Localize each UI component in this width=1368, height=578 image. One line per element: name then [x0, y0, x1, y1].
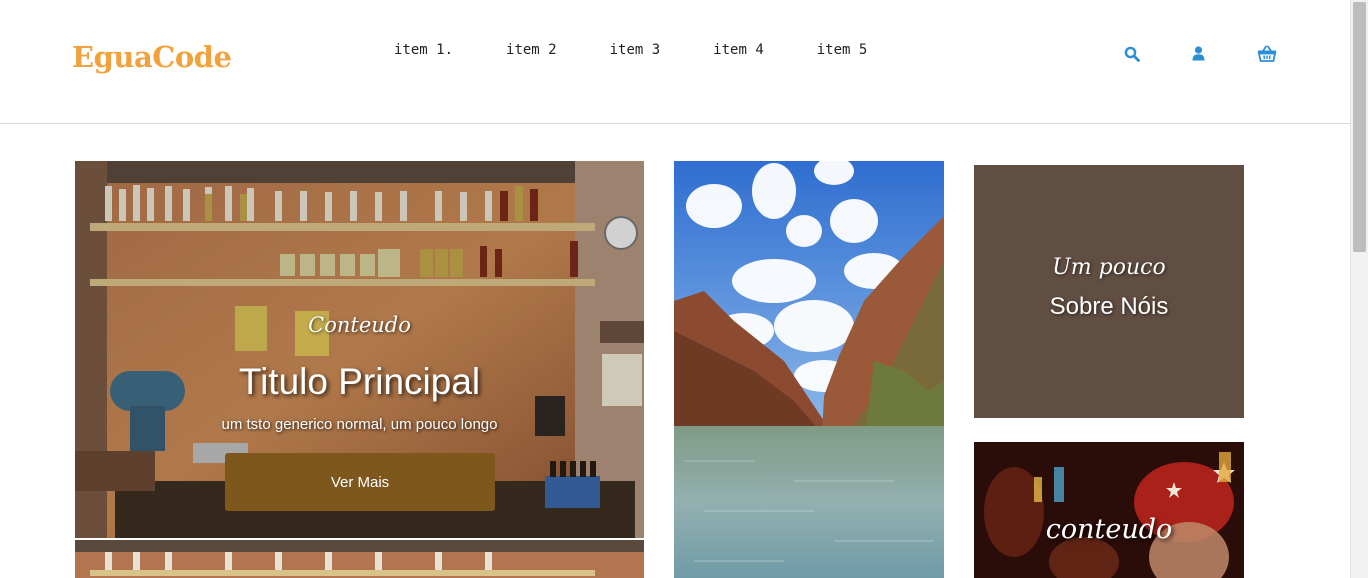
header-actions	[1124, 45, 1277, 62]
next-hero-slide-peek	[75, 540, 644, 578]
ver-mais-button[interactable]: Ver Mais	[225, 453, 495, 511]
scrollbar-thumb[interactable]	[1353, 2, 1366, 252]
content-card-image	[974, 442, 1244, 578]
main-nav: item 1. item 2 item 3 item 4 item 5	[394, 42, 920, 58]
hero-subtitle: Conteudo	[308, 313, 411, 337]
content-card-label: conteudo	[1045, 514, 1173, 545]
nav-item-1[interactable]: item 1.	[394, 42, 453, 58]
about-card-subtitle: Um pouco	[1052, 255, 1166, 280]
nav-item-2[interactable]: item 2	[506, 42, 557, 58]
hero-title: Titulo Principal	[238, 361, 481, 402]
site-header: EguaCode item 1. item 2 item 3 item 4 it…	[0, 0, 1350, 124]
user-icon[interactable]	[1192, 46, 1205, 61]
content-card[interactable]: conteudo	[974, 442, 1244, 578]
about-card-title: Sobre Nóis	[1049, 293, 1169, 320]
hero-description: um tsto generico normal, um pouco longo	[221, 416, 498, 433]
nav-item-3[interactable]: item 3	[610, 42, 661, 58]
basket-icon[interactable]	[1257, 45, 1277, 62]
page-scrollbar[interactable]	[1350, 0, 1368, 578]
hero-banner: Conteudo Titulo Principal um tsto generi…	[75, 161, 644, 538]
canyon-photo	[674, 161, 944, 578]
search-icon[interactable]	[1124, 46, 1140, 62]
next-slide-image	[75, 540, 644, 578]
nav-item-4[interactable]: item 4	[713, 42, 764, 58]
nav-item-5[interactable]: item 5	[817, 42, 868, 58]
about-card[interactable]: Um pouco Sobre Nóis	[974, 165, 1244, 418]
site-logo[interactable]: EguaCode	[72, 40, 232, 74]
